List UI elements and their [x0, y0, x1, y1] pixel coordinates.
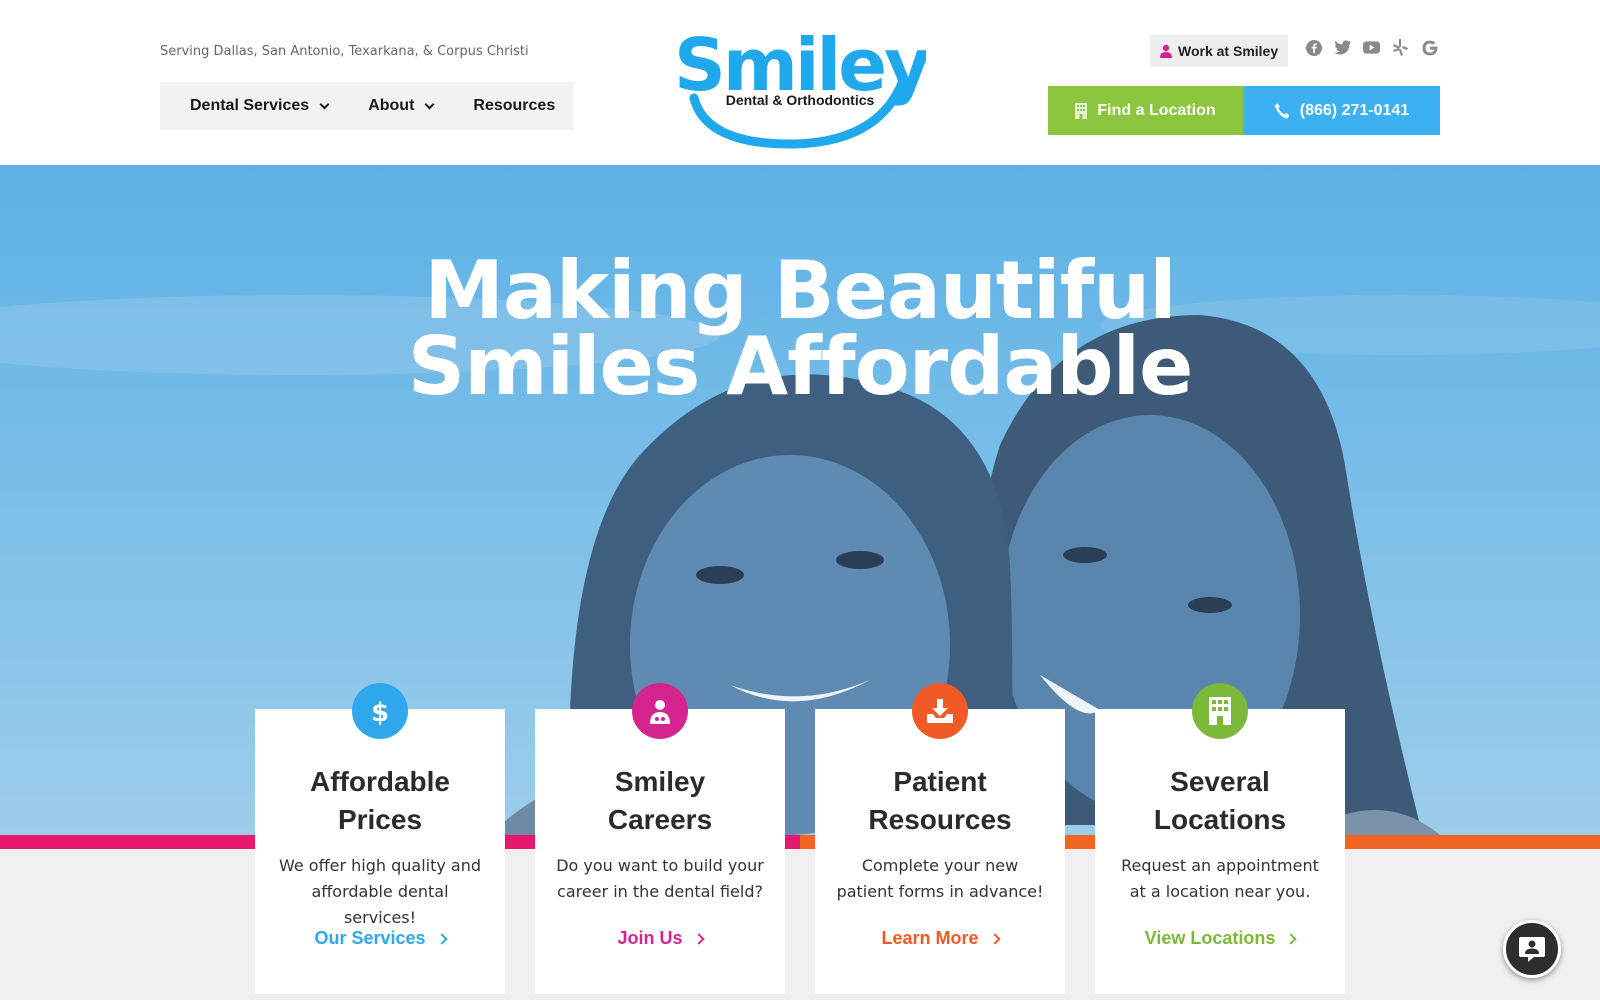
card-title: Patient Resources [868, 766, 1012, 835]
service-area-text: Serving Dallas, San Antonio, Texarkana, … [160, 44, 529, 59]
nav-about[interactable]: About [368, 97, 435, 115]
card-affordable-prices: $ Affordable Prices We offer high quality… [255, 683, 505, 994]
building-icon [1075, 102, 1088, 119]
hero-headline-line1: Making Beautiful [424, 244, 1176, 337]
chevron-right-icon [1285, 932, 1298, 945]
facebook-icon[interactable] [1305, 39, 1322, 56]
logo-tagline: Dental & Orthodontics [726, 92, 875, 108]
dollar-icon: $ [352, 683, 408, 739]
svg-text:$: $ [371, 698, 389, 726]
phone-icon [1274, 103, 1290, 118]
yelp-icon[interactable] [1392, 39, 1409, 56]
nav-resources[interactable]: Resources [473, 97, 555, 115]
card-description: We offer high quality and affordable den… [278, 856, 482, 927]
person-icon [1160, 44, 1172, 58]
download-icon [912, 683, 968, 739]
view-locations-link[interactable]: View Locations [1095, 928, 1345, 949]
card-description: Complete your new patient forms in advan… [836, 856, 1044, 901]
chevron-right-icon [988, 932, 1001, 945]
building-icon [1192, 683, 1248, 739]
nav-about-label: About [368, 97, 415, 114]
card-description: Do you want to build your career in the … [556, 856, 764, 901]
card-title: Affordable Prices [310, 766, 450, 835]
join-us-link[interactable]: Join Us [535, 928, 785, 949]
nav-dental-services[interactable]: Dental Services [190, 97, 330, 115]
chevron-right-icon [692, 932, 705, 945]
hero-banner: Making Beautiful Smiles Affordable [0, 165, 1600, 835]
find-location-button[interactable]: Find a Location [1048, 86, 1243, 135]
logo-graphic: Smiley Dental & Orthodontics [674, 23, 933, 149]
site-header: Serving Dallas, San Antonio, Texarkana, … [0, 0, 1600, 165]
card-several-locations: Several Locations Request an appointment … [1095, 683, 1345, 994]
google-icon[interactable] [1421, 39, 1438, 56]
hero-headline-line2: Smiles Affordable [407, 320, 1194, 413]
site-logo[interactable]: Smiley Dental & Orthodontics [674, 20, 933, 150]
chat-widget-button[interactable] [1503, 920, 1561, 978]
card-title: Several Locations [1153, 766, 1287, 835]
our-services-link[interactable]: Our Services [255, 928, 505, 949]
find-location-label: Find a Location [1097, 101, 1216, 119]
card-description: Request an appointment at a location nea… [1121, 856, 1319, 901]
work-at-smiley-label: Work at Smiley [1178, 43, 1279, 59]
phone-button[interactable]: (866) 271-0141 [1243, 86, 1440, 135]
doctor-icon [632, 683, 688, 739]
card-smiley-careers: Smiley Careers Do you want to build your … [535, 683, 785, 994]
hero-headline: Making Beautiful Smiles Affordable [0, 244, 1600, 413]
chat-icon [1519, 937, 1545, 962]
twitter-icon[interactable] [1334, 39, 1351, 56]
nav-dental-services-label: Dental Services [190, 97, 310, 114]
phone-number-label: (866) 271-0141 [1299, 101, 1410, 119]
card-title: Smiley Careers [607, 766, 713, 835]
chevron-right-icon [435, 932, 448, 945]
learn-more-link[interactable]: Learn More [815, 928, 1065, 949]
card-patient-resources: Patient Resources Complete your new patie… [815, 683, 1065, 994]
youtube-icon[interactable] [1363, 39, 1380, 56]
social-links [1305, 39, 1438, 56]
nav-resources-label: Resources [473, 97, 556, 114]
work-at-smiley-button[interactable]: Work at Smiley [1150, 35, 1289, 67]
main-nav: Dental Services About Resources [160, 82, 574, 130]
chevron-down-icon [319, 99, 330, 109]
chevron-down-icon [424, 99, 435, 109]
